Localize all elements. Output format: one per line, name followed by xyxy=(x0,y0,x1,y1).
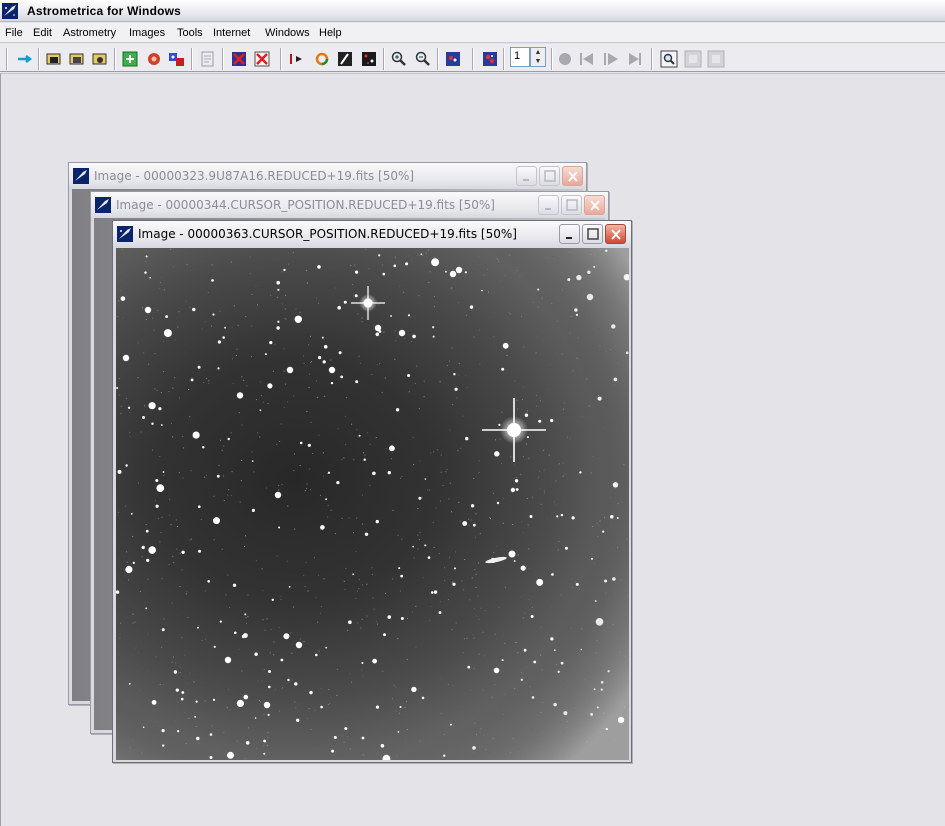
search-icon[interactable] xyxy=(660,50,678,68)
image-window-icon xyxy=(117,226,133,242)
record-icon[interactable] xyxy=(556,50,574,68)
menu-internet[interactable]: Internet xyxy=(213,27,250,39)
open-images-icon[interactable] xyxy=(45,50,63,68)
toolbar-separator xyxy=(280,48,282,70)
menu-edit[interactable]: Edit xyxy=(33,27,52,39)
grey-button-1-icon[interactable] xyxy=(684,50,702,68)
menu-bar: File Edit Astrometry Images Tools Intern… xyxy=(0,23,945,43)
window-title-bar[interactable]: Image - 00000344.CURSOR_POSITION.REDUCED… xyxy=(91,192,608,218)
grey-button-2-icon[interactable] xyxy=(707,50,725,68)
circle-icon[interactable] xyxy=(313,50,331,68)
properties-icon[interactable] xyxy=(199,50,217,68)
menu-astrometry[interactable]: Astrometry xyxy=(63,27,116,39)
close-icon xyxy=(611,229,621,240)
minimize-button[interactable] xyxy=(516,166,537,186)
frame-number-input[interactable]: 1 xyxy=(510,47,530,67)
toolbar-separator xyxy=(191,48,193,70)
close-icon xyxy=(590,200,600,211)
menu-windows[interactable]: Windows xyxy=(265,27,310,39)
window-title: Image - 00000363.CURSOR_POSITION.REDUCED… xyxy=(138,227,517,241)
arrow-right-icon[interactable] xyxy=(16,50,34,68)
minimize-icon xyxy=(523,179,529,181)
window-title: Image - 00000344.CURSOR_POSITION.REDUCED… xyxy=(116,198,495,212)
menu-help[interactable]: Help xyxy=(319,27,342,39)
toolbar xyxy=(0,44,945,72)
menu-images[interactable]: Images xyxy=(129,27,165,39)
toolbar-separator xyxy=(472,48,474,70)
star-field-image[interactable] xyxy=(116,248,629,760)
menu-file[interactable]: File xyxy=(5,27,23,39)
spin-down-icon[interactable]: ▼ xyxy=(531,57,545,66)
zoom-out-icon[interactable] xyxy=(414,50,432,68)
step-forward-icon[interactable] xyxy=(625,50,643,68)
close-all-icon[interactable] xyxy=(253,50,271,68)
toolbar-separator xyxy=(114,48,116,70)
colorize-icon[interactable] xyxy=(360,50,378,68)
image-window-icon xyxy=(95,197,111,213)
frame-number-spinner[interactable]: ▲ ▼ xyxy=(530,47,546,67)
maximize-button[interactable] xyxy=(539,166,560,186)
maximize-icon xyxy=(587,228,599,240)
data-reduction-icon[interactable] xyxy=(121,50,139,68)
window-title-bar[interactable]: Image - 00000363.CURSOR_POSITION.REDUCED… xyxy=(113,221,631,247)
close-button[interactable] xyxy=(584,195,605,215)
spin-up-icon[interactable]: ▲ xyxy=(531,48,545,57)
toolbar-separator xyxy=(437,48,439,70)
app-title: Astrometrica for Windows xyxy=(27,4,182,18)
close-icon xyxy=(568,171,578,182)
image-window-icon xyxy=(73,168,89,184)
close-button[interactable] xyxy=(605,224,626,244)
mark-icon[interactable] xyxy=(288,50,306,68)
play-icon[interactable] xyxy=(602,50,620,68)
track-icon[interactable] xyxy=(481,50,499,68)
toolbar-separator xyxy=(38,48,40,70)
window-title: Image - 00000323.9U87A16.REDUCED+19.fits… xyxy=(94,169,415,183)
app-title-bar: Astrometrica for Windows xyxy=(0,0,945,22)
step-back-icon[interactable] xyxy=(578,50,596,68)
maximize-button[interactable] xyxy=(561,195,582,215)
settings-gear-icon[interactable] xyxy=(145,50,163,68)
image-window-3[interactable]: Image - 00000363.CURSOR_POSITION.REDUCED… xyxy=(112,220,632,763)
maximize-button[interactable] xyxy=(582,224,603,244)
maximize-icon xyxy=(544,170,556,182)
zoom-in-icon[interactable] xyxy=(390,50,408,68)
toolbar-grip xyxy=(6,48,8,70)
open-icon[interactable] xyxy=(68,50,86,68)
star-catalog-icon[interactable] xyxy=(444,50,462,68)
toolbar-separator xyxy=(503,48,505,70)
blink-icon[interactable] xyxy=(168,50,186,68)
close-button[interactable] xyxy=(562,166,583,186)
minimize-icon xyxy=(566,237,572,239)
toolbar-separator xyxy=(222,48,224,70)
astrometrica-app-icon xyxy=(2,3,18,19)
open-alt-icon[interactable] xyxy=(91,50,109,68)
toolbar-separator xyxy=(651,48,653,70)
maximize-icon xyxy=(566,199,578,211)
minimize-button[interactable] xyxy=(559,224,580,244)
minimize-button[interactable] xyxy=(538,195,559,215)
toolbar-separator xyxy=(551,48,553,70)
toolbar-separator xyxy=(383,48,385,70)
contrast-icon[interactable] xyxy=(336,50,354,68)
menu-tools[interactable]: Tools xyxy=(177,27,203,39)
window-title-bar[interactable]: Image - 00000323.9U87A16.REDUCED+19.fits… xyxy=(69,163,586,189)
remove-icon[interactable] xyxy=(230,50,248,68)
minimize-icon xyxy=(545,208,551,210)
star-field xyxy=(116,248,629,760)
